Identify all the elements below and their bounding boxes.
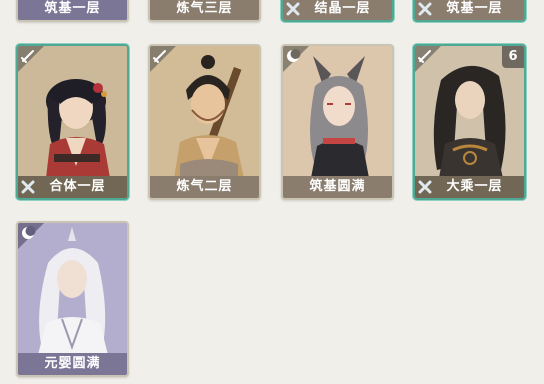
close-icon[interactable]: [417, 179, 433, 195]
card-name: 结晶一层: [314, 1, 371, 16]
character-card-top-2[interactable]: 炼气三层: [148, 0, 261, 22]
count-badge: 6: [502, 46, 524, 68]
card-name: 元婴圆满: [44, 356, 101, 371]
crescent-icon: [18, 223, 44, 249]
character-card-top-4[interactable]: 筑基一层: [413, 0, 526, 22]
card-name: 筑基圆满: [309, 179, 366, 194]
card-name: 炼气三层: [176, 1, 233, 16]
character-card-top-3[interactable]: 结晶一层: [281, 0, 394, 22]
character-card-2[interactable]: 炼气二层: [148, 44, 261, 200]
crescent-icon: [283, 46, 309, 72]
sword-icon: [150, 46, 176, 72]
character-card-1[interactable]: 合体一层: [16, 44, 129, 200]
close-icon[interactable]: [417, 1, 433, 17]
card-name: 大乘一层: [446, 179, 503, 194]
close-icon[interactable]: [20, 179, 36, 195]
character-card-4[interactable]: 6 大乘一层: [413, 44, 526, 200]
character-card-top-1[interactable]: 筑基一层: [16, 0, 129, 22]
sword-icon: [415, 46, 441, 72]
card-name: 炼气二层: [176, 179, 233, 194]
card-name: 合体一层: [49, 179, 106, 194]
close-icon[interactable]: [285, 1, 301, 17]
character-card-5[interactable]: 元婴圆满: [16, 221, 129, 377]
card-name: 筑基一层: [446, 1, 503, 16]
card-name: 筑基一层: [44, 1, 101, 16]
sword-icon: [18, 46, 44, 72]
character-card-3[interactable]: 筑基圆满: [281, 44, 394, 200]
